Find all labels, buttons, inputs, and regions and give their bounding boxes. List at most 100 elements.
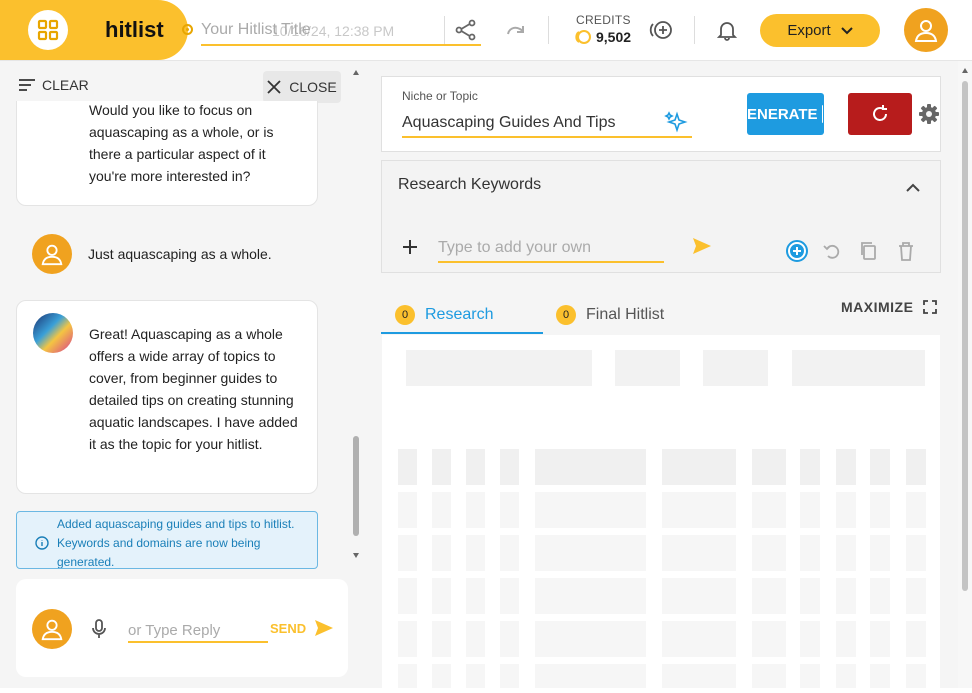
skeleton-cell: [466, 535, 485, 571]
send-button[interactable]: SEND: [270, 619, 334, 637]
generate-button[interactable]: ENERATE: [747, 93, 824, 135]
skeleton-cell: [836, 621, 856, 657]
send-icon: [314, 619, 334, 637]
maximize-label: MAXIMIZE: [841, 299, 913, 315]
reset-button[interactable]: [848, 93, 912, 135]
keyword-input[interactable]: [438, 235, 664, 263]
maximize-button[interactable]: MAXIMIZE: [841, 299, 937, 315]
close-chat-button[interactable]: CLOSE: [263, 71, 341, 103]
skeleton-cell: [535, 578, 646, 614]
user-icon: [39, 616, 65, 642]
generate-label: ENERATE: [747, 106, 818, 123]
ai-message: Great! Aquascaping as a whole offers a w…: [16, 300, 318, 494]
chat-scrollbar[interactable]: [350, 63, 362, 571]
undo-icon[interactable]: [823, 241, 841, 266]
skeleton-cell: [906, 535, 926, 571]
notice-text: Added aquascaping guides and tips to hit…: [57, 515, 307, 569]
skeleton-cell: [535, 449, 646, 485]
skeleton-cell: [752, 664, 786, 688]
close-label: CLOSE: [289, 79, 336, 95]
tab-label: Research: [425, 306, 493, 324]
skeleton-cell: [752, 449, 786, 485]
final-count-badge: 0: [556, 305, 576, 325]
skeleton-cell: [432, 664, 451, 688]
skeleton-cell: [906, 578, 926, 614]
user-avatar[interactable]: [904, 8, 948, 52]
skeleton-cell: [662, 535, 736, 571]
chevron-down-icon: [841, 27, 853, 35]
skeleton-cell: [800, 664, 820, 688]
skeleton-cell: [752, 492, 786, 528]
status-notice: Added aquascaping guides and tips to hit…: [16, 511, 318, 569]
user-avatar: [32, 234, 72, 274]
skeleton-cell: [432, 621, 451, 657]
skeleton-cell: [466, 664, 485, 688]
skeleton-header: [703, 350, 768, 386]
skeleton-cell: [800, 492, 820, 528]
skeleton-cell: [752, 621, 786, 657]
bell-icon[interactable]: [713, 16, 741, 44]
skeleton-cell: [500, 664, 519, 688]
chevron-up-icon[interactable]: [906, 179, 920, 197]
apps-grid-icon[interactable]: [28, 10, 68, 50]
gear-icon[interactable]: [918, 103, 940, 130]
tab-research[interactable]: 0 Research: [395, 297, 493, 333]
info-icon: [35, 536, 49, 550]
trash-icon[interactable]: [897, 241, 915, 266]
message-text: Great! Aquascaping as a whole offers a w…: [89, 323, 304, 455]
divider: [694, 16, 695, 44]
title-status-icon: [182, 24, 193, 35]
skeleton-header: [792, 350, 925, 386]
skeleton-cell: [398, 492, 417, 528]
credits-label: CREDITS: [576, 13, 631, 27]
user-icon: [39, 241, 65, 267]
skeleton-cell: [398, 449, 417, 485]
add-keyword-icon[interactable]: [402, 239, 418, 260]
microphone-icon[interactable]: [92, 619, 106, 644]
page-scrollbar[interactable]: [958, 61, 972, 688]
chat-messages[interactable]: Would you like to focus on aquascaping a…: [16, 101, 318, 567]
share-icon[interactable]: [452, 16, 480, 44]
skeleton-cell: [398, 621, 417, 657]
skeleton-cell: [870, 664, 890, 688]
skeleton-cell: [870, 621, 890, 657]
skeleton-cell: [662, 578, 736, 614]
ai-avatar: [33, 313, 73, 353]
niche-input[interactable]: [402, 110, 692, 138]
credits-value: 9,502: [572, 29, 631, 45]
add-circle-icon[interactable]: [785, 239, 809, 268]
research-count-badge: 0: [395, 305, 415, 325]
export-label: Export: [787, 22, 830, 39]
research-keywords-card: Research Keywords: [381, 160, 941, 273]
sparkle-icon[interactable]: [664, 111, 688, 140]
skeleton-cell: [432, 578, 451, 614]
skeleton-cell: [535, 664, 646, 688]
add-credits-icon[interactable]: [648, 16, 676, 44]
user-avatar: [32, 609, 72, 649]
skeleton-header: [406, 350, 592, 386]
top-bar: hitlist 10/16/24, 12:38 PM CREDITS 9,502…: [0, 0, 972, 61]
submit-keyword-icon[interactable]: [692, 237, 712, 260]
redo-icon[interactable]: [502, 16, 530, 44]
skeleton-header: [615, 350, 680, 386]
ai-message: Would you like to focus on aquascaping a…: [16, 101, 318, 206]
message-text: Would you like to focus on aquascaping a…: [89, 101, 304, 187]
reply-box: SEND: [16, 579, 348, 677]
skeleton-cell: [836, 578, 856, 614]
hitlist-title-input[interactable]: [201, 16, 481, 46]
skeleton-cell: [906, 664, 926, 688]
clear-chat-button[interactable]: CLEAR: [18, 77, 89, 93]
skeleton-cell: [662, 621, 736, 657]
copy-icon[interactable]: [859, 241, 877, 266]
logo-area: hitlist: [0, 0, 188, 60]
main-panel: Niche or Topic ENERATE Research Keywords: [365, 61, 972, 688]
export-button[interactable]: Export: [760, 14, 880, 47]
skeleton-cell: [398, 535, 417, 571]
tab-final-hitlist[interactable]: 0 Final Hitlist: [556, 297, 664, 333]
skeleton-cell: [836, 664, 856, 688]
skeleton-cell: [500, 535, 519, 571]
close-icon: [267, 80, 281, 94]
reply-input[interactable]: [128, 619, 268, 643]
skeleton-cell: [870, 535, 890, 571]
skeleton-cell: [466, 492, 485, 528]
